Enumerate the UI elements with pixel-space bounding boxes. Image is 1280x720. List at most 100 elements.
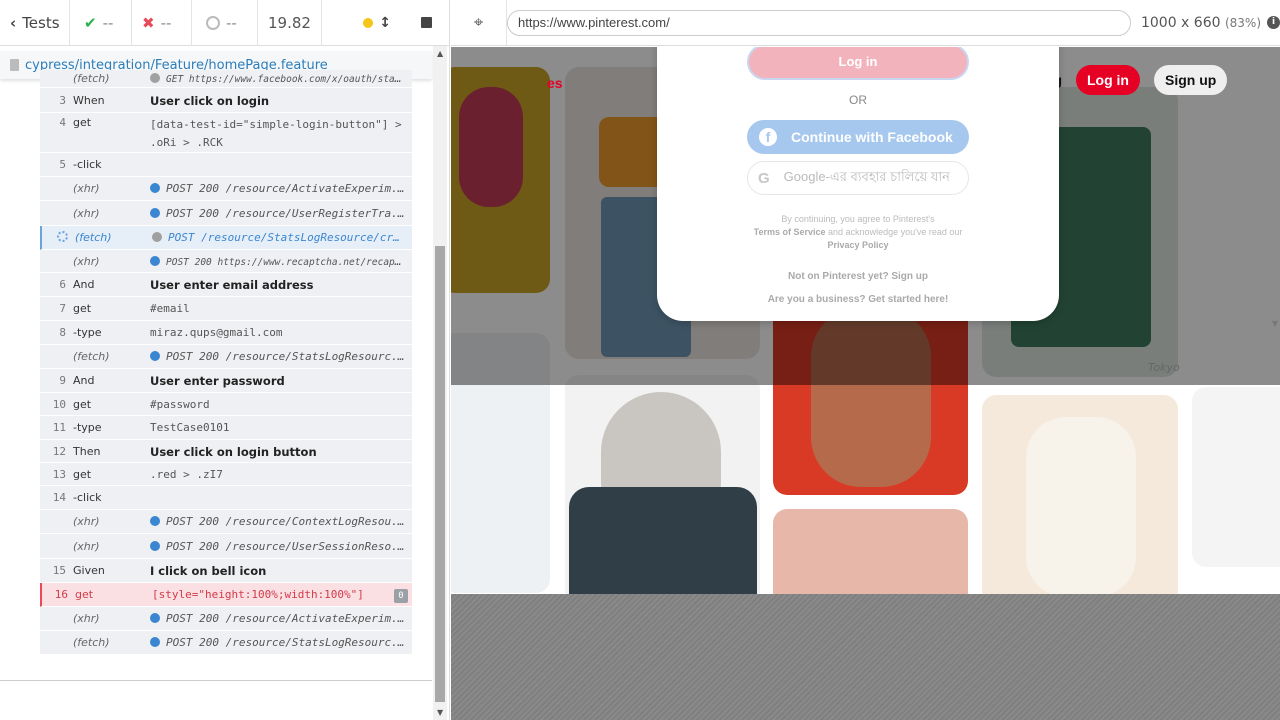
command-step-row[interactable]: 9 And User enter password (40, 369, 412, 393)
command-message: User enter email address (150, 278, 314, 292)
command-event-row[interactable]: (fetch) POST 200 /resource/StatsLogResour… (40, 345, 412, 369)
command-row[interactable]: 8 -type miraz.qups@gmail.com (40, 321, 412, 345)
terms-link[interactable]: Terms of Service (754, 227, 826, 237)
command-row[interactable]: 4 get [data-test-id="simple-login-button"]… (40, 113, 412, 153)
command-message: User click on login button (150, 444, 317, 459)
pending-count: -- (192, 0, 258, 46)
scroll-down-icon[interactable]: ▼ (437, 708, 443, 717)
status-dot-icon (150, 540, 160, 551)
google-icon: G (758, 169, 770, 187)
signup-link[interactable]: Not on Pinterest yet? Sign up (657, 271, 1059, 282)
running-indicator-icon (363, 17, 374, 28)
command-message: [style="height:100%;width:100%"] (152, 588, 364, 601)
command-name: (fetch) (73, 350, 110, 363)
command-event-row[interactable]: (fetch) POST /resource/StatsLogResource/c… (40, 226, 412, 250)
command-row[interactable]: 11 -type TestCase0101 (40, 416, 412, 440)
command-failed-row[interactable]: 16 get [style="height:100%;width:100%"] 0 (40, 583, 412, 607)
command-event-row[interactable]: (xhr) POST 200 /resource/ActivateExperim.… (40, 177, 412, 201)
check-icon: ✔ (84, 13, 97, 32)
command-name: get (73, 116, 92, 129)
command-message: POST 200 /resource/StatsLogResourc... (150, 636, 412, 649)
tests-button[interactable]: ‹ Tests (0, 0, 70, 46)
command-message: GET https://www.facebook.com/x/oauth/sta… (150, 72, 412, 85)
command-name: Given (73, 564, 105, 577)
privacy-link[interactable]: Privacy Policy (827, 240, 888, 250)
arrows-vertical-icon: ↕ (379, 14, 391, 31)
command-number (42, 231, 70, 245)
command-event-row[interactable]: (xhr) POST 200 /resource/UserSessionReso.… (40, 534, 412, 559)
command-message: I click on bell icon (150, 564, 267, 578)
command-number: 13 (52, 467, 66, 481)
stop-button[interactable] (421, 17, 432, 28)
command-message: User click on login (150, 93, 270, 108)
pin-image[interactable] (1192, 387, 1280, 567)
command-name: (xhr) (73, 254, 100, 268)
command-row[interactable]: 13 get .red > .zI7 (40, 463, 412, 486)
scroll-up-icon[interactable]: ▲ (437, 49, 443, 58)
google-login-button[interactable]: G Google-এর ব্যবহার চালিয়ে যান (747, 161, 969, 195)
pin-image[interactable] (773, 509, 968, 594)
facebook-login-button[interactable]: f Continue with Facebook (747, 120, 969, 154)
tests-label: Tests (22, 13, 60, 32)
command-step-row[interactable]: 15 Given I click on bell icon (40, 559, 412, 583)
command-event-row[interactable]: (xhr) POST 200 https://www.recaptcha.net/… (40, 250, 412, 273)
command-name: (xhr) (73, 182, 100, 195)
login-modal: Log in OR f Continue with Facebook G Goo… (657, 47, 1059, 321)
command-number: 10 (52, 397, 66, 411)
command-event-row[interactable]: (xhr) POST 200 /resource/UserRegisterTra.… (40, 201, 412, 226)
command-name: (xhr) (73, 539, 100, 553)
scroll-down-icon[interactable]: ▼ (1272, 319, 1278, 328)
command-name: get (75, 588, 94, 601)
command-message: POST 200 /resource/ActivateExperim... (150, 612, 412, 625)
command-event-row[interactable]: (xhr) POST 200 /resource/ActivateExperim.… (40, 607, 412, 631)
command-message: POST 200 /resource/UserSessionReso... (150, 540, 412, 553)
viewport-background (451, 594, 1280, 720)
command-row[interactable]: 7 get #email (40, 297, 412, 321)
command-event-row[interactable]: (fetch) POST 200 /resource/StatsLogResour… (40, 631, 412, 655)
pin-image[interactable] (569, 487, 757, 594)
command-row[interactable]: 5 -click (40, 153, 412, 177)
request-text: POST /resource/StatsLogResource/cr... (168, 231, 412, 244)
reporter-scrollbar[interactable]: ▲ ▼ (433, 46, 447, 720)
terms-line: By continuing, you agree to Pinterest's (781, 214, 935, 224)
command-step-row[interactable]: 12 Then User click on login button (40, 440, 412, 463)
selector-playground-button[interactable]: ⌖ (451, 0, 507, 46)
command-event-row[interactable]: (xhr) POST 200 /resource/ContextLogResou.… (40, 510, 412, 534)
info-icon[interactable]: i (1267, 16, 1280, 29)
request-text: POST 200 /resource/ContextLogResou... (166, 515, 412, 528)
command-name: get (73, 302, 92, 315)
nav-login-button[interactable]: Log in (1076, 65, 1140, 95)
viewport-size: 1000 x 660 (83%) (1141, 15, 1261, 31)
status-dot-icon (152, 232, 162, 242)
auto-scroll-toggle[interactable]: ↕ (363, 15, 391, 31)
duration: 19.82 (258, 0, 322, 46)
command-row[interactable]: 14 -click (40, 486, 412, 510)
x-icon: ✖ (142, 13, 155, 32)
scrollbar-thumb[interactable] (435, 246, 445, 702)
chevron-left-icon: ‹ (10, 13, 17, 32)
pending-value: -- (226, 13, 237, 32)
command-event-row[interactable]: (fetch) GET https://www.facebook.com/x/oa… (40, 70, 412, 88)
terms-line: and acknowledge you've read our (825, 227, 963, 237)
command-number: 14 (52, 491, 66, 504)
pin-image[interactable] (1026, 417, 1136, 594)
business-link[interactable]: Are you a business? Get started here! (657, 294, 1059, 305)
command-number: 15 (52, 564, 66, 577)
command-step-row[interactable]: 3 When User click on login (40, 88, 412, 113)
url-bar[interactable]: https://www.pinterest.com/ (507, 9, 1131, 36)
request-text: POST 200 /resource/ActivateExperim... (166, 612, 412, 625)
pinterest-logo-text[interactable]: es (547, 75, 563, 91)
command-name: (fetch) (73, 72, 110, 85)
command-number: 9 (59, 374, 66, 387)
command-message: POST 200 /resource/UserRegisterTra... (150, 207, 412, 220)
divider (0, 680, 432, 681)
command-name: Then (73, 444, 101, 458)
command-name: (xhr) (73, 612, 100, 625)
request-text: POST 200 /resource/StatsLogResourc... (166, 636, 412, 649)
command-number: 8 (59, 326, 66, 339)
command-message: POST 200 /resource/ActivateExperim... (150, 182, 412, 195)
command-row[interactable]: 10 get #password (40, 393, 412, 416)
nav-signup-button[interactable]: Sign up (1154, 65, 1228, 95)
command-step-row[interactable]: 6 And User enter email address (40, 273, 412, 297)
login-button[interactable]: Log in (747, 47, 969, 80)
